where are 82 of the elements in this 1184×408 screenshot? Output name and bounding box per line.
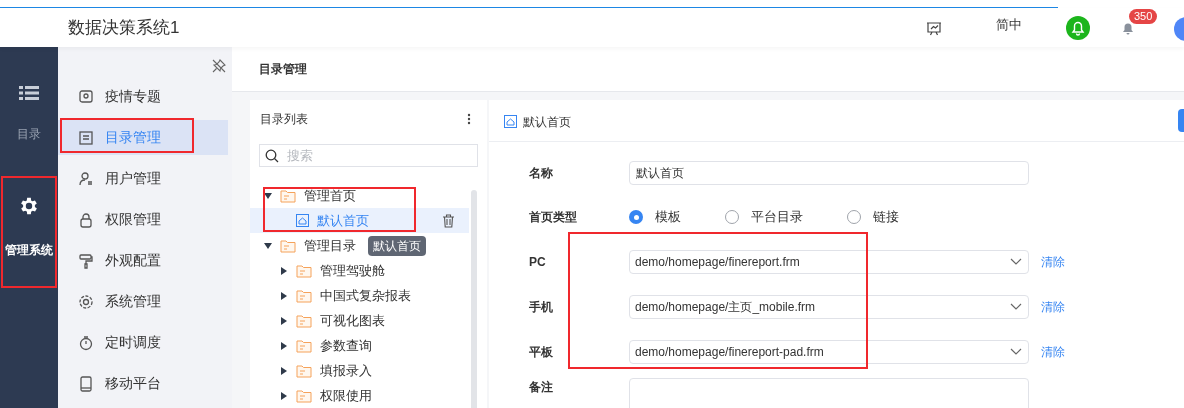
field-label: 名称 (529, 165, 554, 182)
radio-button[interactable] (725, 210, 739, 224)
home-page-icon (296, 214, 309, 227)
user-icon (78, 170, 94, 187)
timer-icon (78, 334, 94, 351)
monitor-icon (78, 88, 94, 105)
list-icon (78, 129, 94, 146)
tree-item[interactable]: 中国式复杂报表 (250, 283, 469, 308)
bell-icon[interactable] (1066, 15, 1090, 40)
caret-right-icon[interactable] (280, 291, 288, 300)
radio-label: 链接 (873, 208, 899, 227)
folder-icon (296, 288, 312, 303)
phone-icon (78, 375, 94, 392)
menu-item[interactable]: 定时调度 (58, 325, 228, 360)
folder-icon (280, 188, 296, 203)
notification-badge: 350 (1129, 8, 1158, 24)
caret-right-icon[interactable] (280, 266, 288, 275)
field-label: 首页类型 (529, 209, 578, 226)
path-dropdown[interactable]: demo/homepage/finereport-pad.frm (629, 339, 1029, 364)
caret-right-icon[interactable] (280, 366, 288, 375)
clear-link[interactable]: 清除 (1041, 297, 1065, 316)
home-page-icon (504, 115, 517, 128)
list-icon (19, 85, 39, 101)
tree-item[interactable]: 权限使用 (250, 383, 469, 408)
lock-icon (78, 211, 94, 228)
gear-icon (78, 293, 94, 310)
caret-down-icon[interactable] (264, 241, 272, 250)
field-label: 平板 (529, 343, 554, 361)
field-label: PC (529, 253, 547, 271)
caret-down-icon[interactable] (264, 191, 272, 200)
tree-item[interactable]: 管理首页 (250, 183, 469, 208)
folder-icon (296, 363, 312, 378)
more-icon[interactable] (467, 113, 471, 125)
search-icon (265, 149, 279, 163)
tree-item[interactable]: 可视化图表 (250, 308, 469, 333)
tree-item[interactable]: 管理目录 默认首页 (250, 233, 469, 258)
search-field[interactable]: 搜索 (259, 144, 478, 167)
panel-title: 目录列表 (260, 111, 308, 128)
caret-right-icon[interactable] (280, 341, 288, 350)
chevron-down-icon (1010, 303, 1022, 310)
folder-icon (296, 338, 312, 353)
menu-item[interactable]: 系统管理 (58, 284, 228, 319)
detail-title: 默认首页 (523, 113, 571, 131)
tree-item[interactable]: 填报录入 (250, 358, 469, 383)
menu-item[interactable]: 用户管理 (58, 161, 228, 196)
folder-icon (296, 388, 312, 403)
menu-item[interactable]: 移动平台 (58, 366, 228, 401)
field-label: 手机 (529, 298, 554, 316)
radio-button[interactable] (629, 210, 643, 224)
gear-icon (18, 195, 40, 217)
folder-icon (296, 263, 312, 278)
rail-item[interactable]: 管理系统 (5, 195, 53, 305)
language-label: 简中 (996, 15, 1022, 34)
page-title: 目录管理 (259, 61, 307, 78)
chevron-down-icon (1010, 348, 1022, 355)
caret-right-icon[interactable] (280, 391, 288, 400)
tree-item[interactable]: 参数查询 (250, 333, 469, 358)
radio-button[interactable] (847, 210, 861, 224)
app-title: 数据决策系统1 (68, 16, 180, 39)
path-dropdown[interactable]: demo/homepage/finereport.frm (629, 249, 1029, 274)
clear-link[interactable]: 清除 (1041, 342, 1065, 361)
folder-icon (280, 238, 296, 253)
radio-label: 平台目录 (751, 208, 803, 227)
chevron-down-icon (1010, 258, 1022, 265)
name-field[interactable]: 默认首页 (629, 161, 1029, 185)
field-label: 备注 (529, 379, 554, 396)
presentation-chart-icon[interactable] (926, 20, 942, 37)
rail-item[interactable]: 目录 (17, 85, 41, 195)
tree-item[interactable]: 管理驾驶舱 (250, 258, 469, 283)
radio-label: 模板 (655, 208, 681, 227)
menu-item[interactable]: 疫情专题 (58, 79, 228, 114)
remarks-field[interactable] (629, 378, 1029, 408)
clear-link[interactable]: 清除 (1041, 252, 1065, 271)
tooltip: 默认首页 (368, 236, 426, 256)
path-dropdown[interactable]: demo/homepage/主页_mobile.frm (629, 294, 1029, 319)
menu-item[interactable]: 外观配置 (58, 243, 228, 278)
paint-roller-icon (78, 252, 94, 269)
pin-icon[interactable] (212, 59, 226, 73)
caret-right-icon[interactable] (280, 316, 288, 325)
trash-icon[interactable] (442, 213, 455, 228)
folder-icon (296, 313, 312, 328)
menu-item[interactable]: 权限管理 (58, 202, 228, 237)
